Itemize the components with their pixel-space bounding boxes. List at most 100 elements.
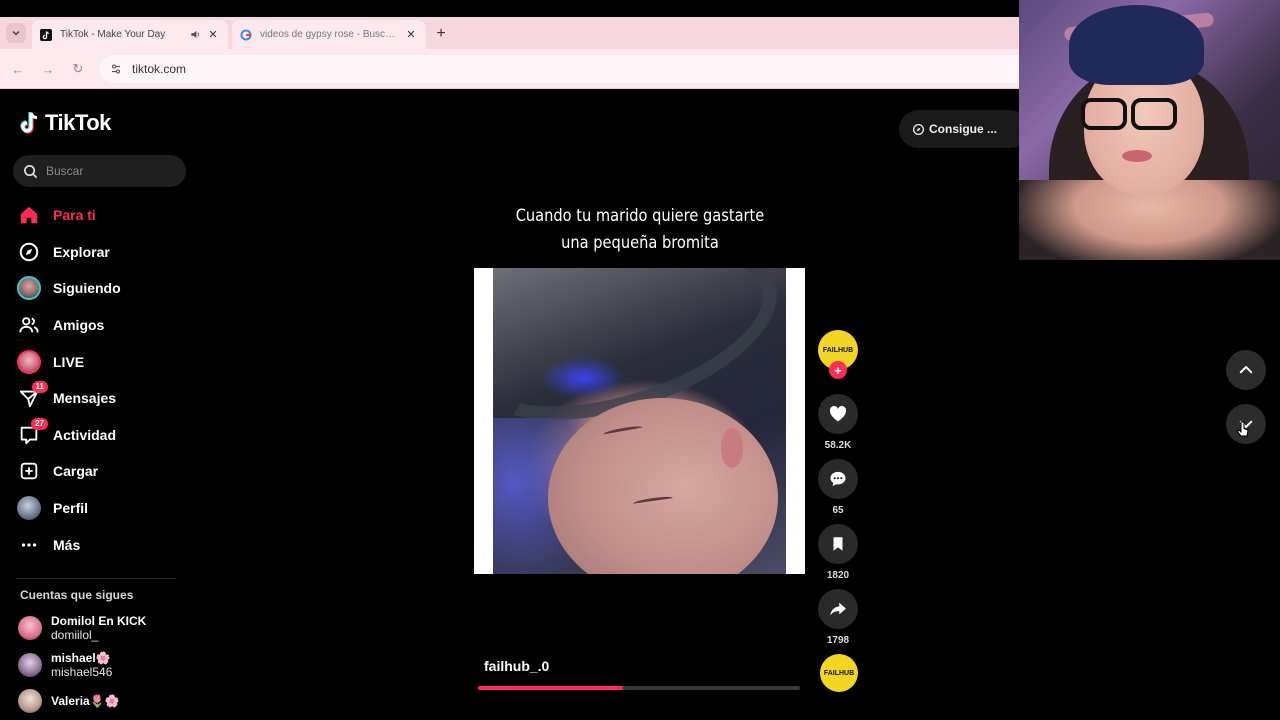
sidebar-item-label: Perfil [53,500,89,517]
sidebar-item-live[interactable]: LIVE [16,343,196,380]
google-favicon-icon [240,29,252,41]
tab-title: TikTok - Make Your Day [60,29,166,40]
browser-toolbar: ← → ↻ tiktok.com [0,49,1030,89]
video-progress-fill [478,686,623,690]
search-input[interactable]: Buscar [13,155,186,187]
sidebar-item-mensajes[interactable]: 11 Mensajes [16,380,196,417]
following-account-item[interactable]: Domilol En KICK domiilol_ [18,610,198,647]
address-bar[interactable]: tiktok.com [100,55,1030,83]
close-tab-icon[interactable]: ✕ [404,28,418,42]
chevron-down-icon [12,30,20,36]
sidebar-item-label: Cargar [53,463,99,480]
sidebar-item-mas[interactable]: Más [16,526,196,563]
sidebar-item-actividad[interactable]: 27 Actividad [16,417,196,454]
friends-icon [16,312,42,338]
sidebar-item-label: Amigos [53,317,105,334]
mouse-cursor-icon [1236,421,1249,437]
sidebar-item-label: Explorar [53,243,110,260]
following-account-item[interactable]: mishael🌸 mishael546 [18,647,198,684]
save-button[interactable] [818,524,858,564]
sidebar-nav: Para ti Explorar Siguiendo Amigos LIVE 1… [16,197,196,563]
account-avatar [18,689,42,714]
sidebar-item-siguiendo[interactable]: Siguiendo [16,270,196,307]
comment-count: 65 [832,505,844,516]
webcam-glasses-shape [1081,98,1127,130]
music-disc-avatar[interactable]: FAILHUB [820,654,858,692]
sidebar-item-cargar[interactable]: Cargar [16,453,196,490]
logo-text: TikTok [45,110,111,135]
following-avatar-icon [16,275,42,301]
share-count: 1798 [826,635,850,646]
webcam-mouth-shape [1122,150,1152,162]
browser-tab-google[interactable]: videos de gypsy rose - Buscar c ✕ [232,20,426,49]
account-avatar [18,652,42,677]
sidebar-divider [16,578,176,579]
like-button[interactable] [818,394,858,434]
compass-icon [912,123,925,135]
tiktok-logo[interactable]: TikTok [19,110,111,136]
sidebar-item-explorar[interactable]: Explorar [16,234,196,271]
upload-icon [16,458,42,484]
activity-icon: 27 [16,417,48,448]
sidebar-item-amigos[interactable]: Amigos [16,307,196,344]
following-list: Domilol En KICK domiilol_ mishael🌸 misha… [18,610,198,720]
tiktok-note-icon [20,112,38,134]
sidebar-item-label: LIVE [53,353,85,370]
account-name: Domilol En KICK [51,614,147,629]
following-account-item[interactable]: Valeria🌷🌸 [18,683,198,720]
account-avatar [18,616,42,641]
close-tab-icon[interactable]: ✕ [206,28,220,42]
activity-badge: 27 [31,417,48,430]
share-button[interactable] [818,589,858,629]
sidebar-item-perfil[interactable]: Perfil [16,490,196,527]
save-action: 1820 [818,524,858,581]
webcam-hat-shape [1069,5,1204,85]
get-app-button[interactable]: Consigue ... [899,110,1029,148]
video-author[interactable]: failhub_.0 [484,658,549,674]
home-icon [16,202,42,228]
tab-search-button[interactable] [6,23,26,43]
following-section-title: Cuentas que sigues [20,588,134,602]
sidebar-item-label: Actividad [53,426,117,443]
video-caption: Cuando tu marido quiere gastarte una peq… [502,203,777,257]
search-placeholder: Buscar [46,164,84,178]
profile-avatar-icon [16,495,42,521]
comment-action: 65 [818,459,858,516]
follow-plus-icon[interactable]: + [829,361,847,379]
caption-line: Cuando tu marido quiere gastarte [515,206,765,226]
new-tab-button[interactable]: + [432,25,450,43]
sidebar-item-label: Mensajes [53,390,117,407]
bookmark-icon [833,537,843,551]
sidebar-item-label: Siguiendo [53,280,121,297]
webcam-glasses-shape [1131,98,1177,130]
account-handle: mishael546 [51,664,113,679]
video-mouth-shape [721,428,743,468]
forward-arrow-icon[interactable]: → [40,61,56,77]
messages-icon: 11 [16,381,48,411]
heart-icon [829,405,847,422]
speaker-icon[interactable] [188,28,202,42]
browser-tab-bar: TikTok - Make Your Day ✕ videos de gypsy… [0,17,1020,49]
tab-title: videos de gypsy rose - Buscar c [260,29,400,40]
sidebar-item-para-ti[interactable]: Para ti [16,197,196,234]
video-progress-bar[interactable] [478,686,800,690]
save-count: 1820 [826,570,850,581]
get-app-label: Consigue ... [929,122,998,136]
share-action: 1798 [818,589,858,646]
search-icon [24,164,38,178]
video-content [493,268,786,574]
previous-video-button[interactable] [1226,350,1266,390]
video-player[interactable] [474,268,805,574]
comment-button[interactable] [818,459,858,499]
browser-tab-tiktok[interactable]: TikTok - Make Your Day ✕ [32,20,228,49]
reload-icon[interactable]: ↻ [70,61,86,77]
chevron-up-icon [1239,366,1253,374]
compass-icon [16,239,42,265]
url-text: tiktok.com [132,62,187,76]
more-icon [16,532,42,558]
site-settings-icon[interactable] [108,61,124,77]
account-handle: domiilol_ [51,628,99,643]
back-arrow-icon[interactable]: ← [10,61,26,77]
streamer-webcam [1019,0,1280,260]
sidebar-item-label: Más [53,536,81,553]
